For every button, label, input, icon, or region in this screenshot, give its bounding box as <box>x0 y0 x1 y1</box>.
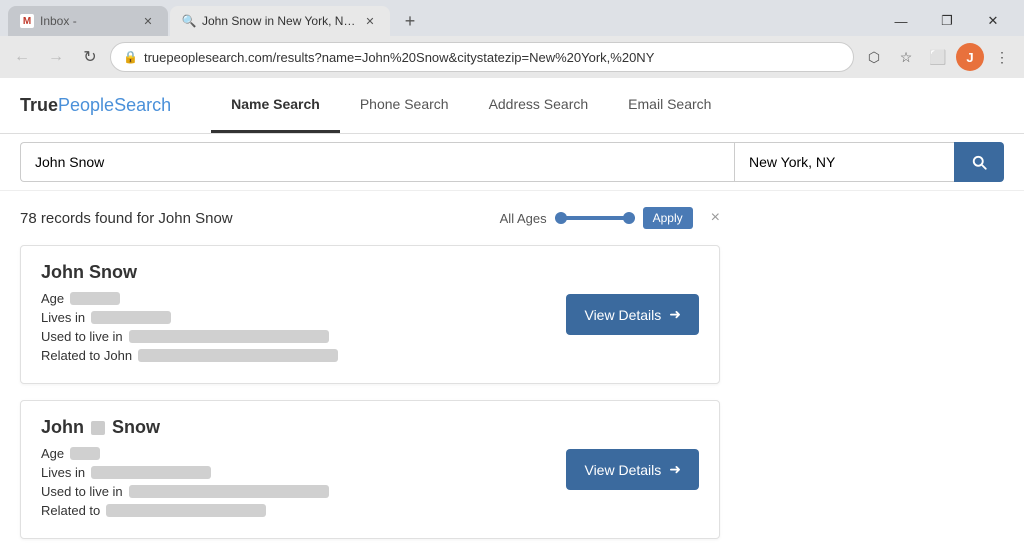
result-related-1: Related to John <box>41 348 546 363</box>
result-card-2: John Snow Age Lives in Used to live in R… <box>20 400 720 539</box>
result-card-1: John Snow Age Lives in Used to live in R… <box>20 245 720 384</box>
lives-in-value-1 <box>91 311 171 324</box>
extensions-icon[interactable]: ⬜ <box>924 43 952 71</box>
lives-in-value-2 <box>91 466 211 479</box>
address-text: truepeoplesearch.com/results?name=John%2… <box>144 50 841 65</box>
site-navigation: TruePeopleSearch Name Search Phone Searc… <box>0 78 1024 134</box>
tab-bar: M Inbox - ✕ 🔍 John Snow in New York, NY … <box>0 0 1024 36</box>
result-used-to-1: Used to live in <box>41 329 546 344</box>
slider-handle-right[interactable] <box>623 212 635 224</box>
view-details-button-2[interactable]: View Details ➜ <box>566 449 699 490</box>
search-location-input[interactable] <box>734 142 954 182</box>
result-info-1: John Snow Age Lives in Used to live in R… <box>41 262 546 367</box>
slider-track <box>555 216 635 220</box>
browser-chrome: M Inbox - ✕ 🔍 John Snow in New York, NY … <box>0 0 1024 78</box>
address-bar-actions: ⬡ ☆ ⬜ J ⋮ <box>860 43 1016 71</box>
used-to-value-1 <box>129 330 329 343</box>
back-button[interactable]: ← <box>8 43 36 71</box>
bookmark-icon[interactable]: ☆ <box>892 43 920 71</box>
age-filter: All Ages Apply × <box>500 207 720 229</box>
search-icon <box>970 153 988 171</box>
forward-button[interactable]: → <box>42 43 70 71</box>
result-lives-in-2: Lives in <box>41 465 546 480</box>
result-used-to-2: Used to live in <box>41 484 546 499</box>
gmail-favicon: M <box>20 14 34 28</box>
gmail-tab-title: Inbox - <box>40 14 134 28</box>
gmail-tab-close[interactable]: ✕ <box>140 13 156 29</box>
brand-true: True <box>20 95 58 115</box>
redacted-middle-name-2 <box>91 421 105 435</box>
brand-logo: TruePeopleSearch <box>20 83 191 128</box>
lock-icon: 🔒 <box>123 50 138 64</box>
search-bar <box>0 134 1024 191</box>
site-content: TruePeopleSearch Name Search Phone Searc… <box>0 78 1024 544</box>
maximize-button[interactable]: ❐ <box>924 6 970 36</box>
arrow-icon-1: ➜ <box>669 306 681 323</box>
window-controls: — ❐ ✕ <box>878 6 1024 36</box>
close-button[interactable]: ✕ <box>970 6 1016 36</box>
apply-age-filter-button[interactable]: Apply <box>643 207 693 229</box>
gmail-tab[interactable]: M Inbox - ✕ <box>8 6 168 36</box>
search-name-input[interactable] <box>20 142 734 182</box>
nav-tabs: Name Search Phone Search Address Search … <box>211 78 731 133</box>
related-value-1 <box>138 349 338 362</box>
tab-email-search[interactable]: Email Search <box>608 78 731 133</box>
used-to-value-2 <box>129 485 329 498</box>
results-header: 78 records found for John Snow All Ages … <box>20 207 720 229</box>
results-count: 78 records found for John Snow <box>20 210 233 227</box>
result-age-2: Age <box>41 446 546 461</box>
search-tab-title: John Snow in New York, NY - R... <box>202 14 356 28</box>
arrow-icon-2: ➜ <box>669 461 681 478</box>
result-related-2: Related to <box>41 503 546 518</box>
minimize-button[interactable]: — <box>878 6 924 36</box>
reload-button[interactable]: ↻ <box>76 43 104 71</box>
search-tab-close[interactable]: ✕ <box>362 13 378 29</box>
search-button[interactable] <box>954 142 1004 182</box>
new-tab-button[interactable]: + <box>396 7 424 35</box>
related-value-2 <box>106 504 266 517</box>
search-tab-favicon: 🔍 <box>182 14 196 28</box>
tab-phone-search[interactable]: Phone Search <box>340 78 469 133</box>
address-bar[interactable]: 🔒 truepeoplesearch.com/results?name=John… <box>110 42 854 72</box>
close-filter-button[interactable]: × <box>711 209 720 227</box>
result-name-2: John Snow <box>41 417 546 438</box>
age-value-1 <box>70 292 120 305</box>
cast-icon[interactable]: ⬡ <box>860 43 888 71</box>
tab-address-search[interactable]: Address Search <box>469 78 609 133</box>
age-filter-label: All Ages <box>500 211 547 226</box>
menu-icon[interactable]: ⋮ <box>988 43 1016 71</box>
search-result-tab[interactable]: 🔍 John Snow in New York, NY - R... ✕ <box>170 6 390 36</box>
age-slider[interactable] <box>555 216 635 220</box>
result-age-1: Age <box>41 291 546 306</box>
result-lives-in-1: Lives in <box>41 310 546 325</box>
result-name-1: John Snow <box>41 262 546 283</box>
profile-button[interactable]: J <box>956 43 984 71</box>
tab-name-search[interactable]: Name Search <box>211 78 340 133</box>
slider-handle-left[interactable] <box>555 212 567 224</box>
brand-people: PeopleSearch <box>58 95 171 115</box>
view-details-button-1[interactable]: View Details ➜ <box>566 294 699 335</box>
results-container: 78 records found for John Snow All Ages … <box>0 191 740 544</box>
result-info-2: John Snow Age Lives in Used to live in R… <box>41 417 546 522</box>
address-bar-row: ← → ↻ 🔒 truepeoplesearch.com/results?nam… <box>0 36 1024 78</box>
age-value-2 <box>70 447 100 460</box>
